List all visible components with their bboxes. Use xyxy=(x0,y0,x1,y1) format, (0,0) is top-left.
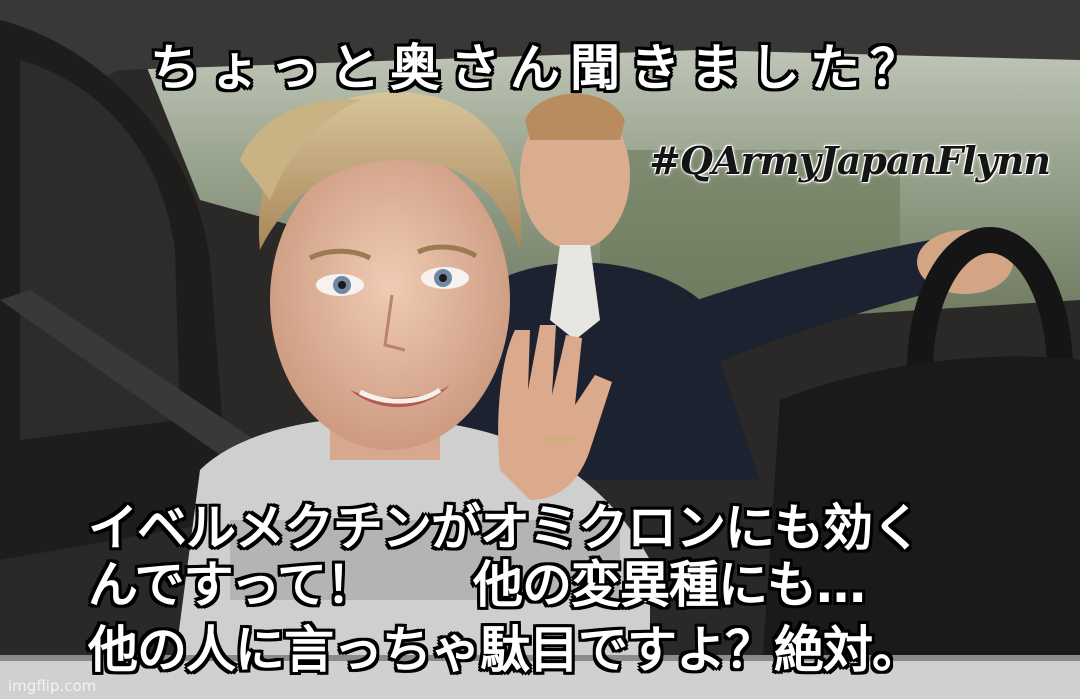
top-caption: ちょっと奥さん聞きました？ xyxy=(150,39,930,97)
bottom-caption-line-3: 他の人に言っちゃ駄目ですよ？絶対。 xyxy=(88,621,922,679)
hashtag-text: #QArmyJapanFlynn xyxy=(649,138,1051,183)
bottom-caption-line-2: んですって！ 他の変異種にも… xyxy=(88,556,866,614)
imgflip-watermark: imgflip.com xyxy=(8,677,97,695)
